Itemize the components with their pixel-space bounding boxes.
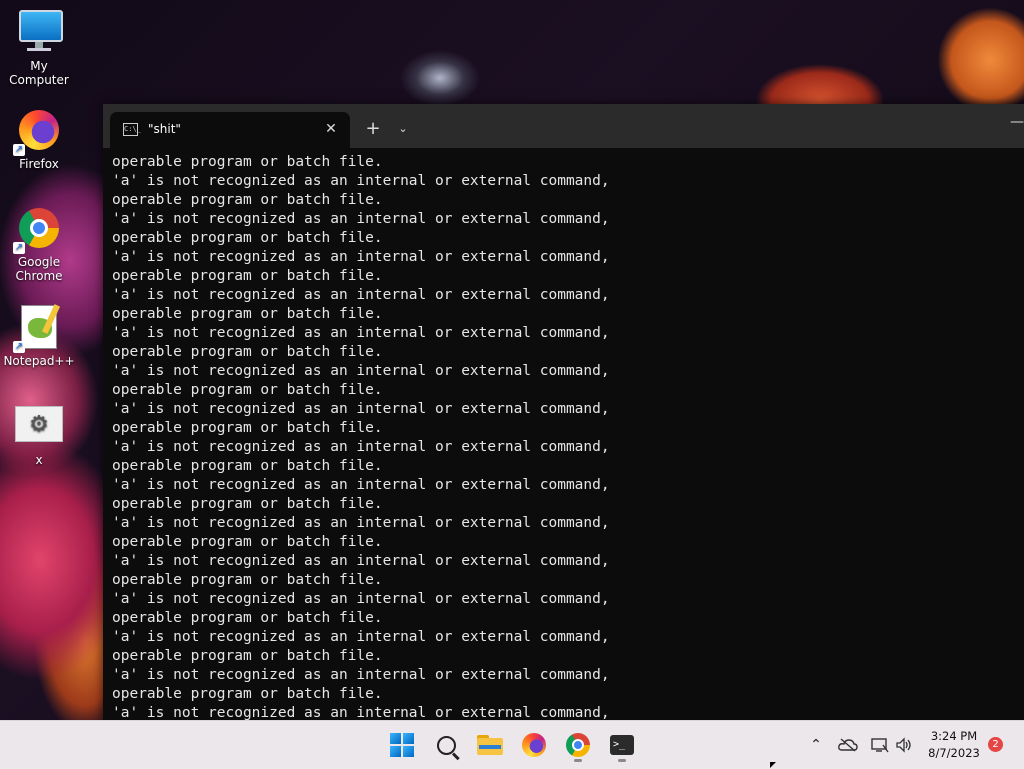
shortcut-arrow-icon: ↗ — [13, 144, 25, 156]
desktop-icon-x[interactable]: ⚙ x — [0, 402, 78, 467]
title-bar[interactable]: C:\_ "shit" ✕ + ⌄ — — [103, 104, 1024, 148]
desktop-icon-label: Google Chrome — [15, 255, 63, 283]
console-output[interactable]: operable program or batch file. 'a' is no… — [112, 153, 1024, 720]
firefox-icon: ↗ — [13, 106, 63, 156]
console-line: 'a' is not recognized as an internal or … — [112, 705, 610, 720]
desktop-icon-my-computer[interactable]: My Computer — [0, 8, 78, 87]
console-line: operable program or batch file. — [112, 382, 383, 398]
console-line: operable program or batch file. — [112, 192, 383, 208]
search-icon — [436, 735, 456, 755]
cmd-icon: C:\_ — [123, 123, 141, 136]
console-line: 'a' is not recognized as an internal or … — [112, 477, 610, 493]
tab-title: "shit" — [148, 122, 181, 136]
console-line: 'a' is not recognized as an internal or … — [112, 325, 610, 341]
console-line: operable program or batch file. — [112, 686, 383, 702]
terminal-icon: >_ — [610, 735, 634, 755]
console-line: 'a' is not recognized as an internal or … — [112, 591, 610, 607]
desktop-icon-label: x — [35, 453, 43, 467]
running-indicator — [574, 759, 582, 762]
file-explorer-button[interactable] — [472, 727, 508, 763]
search-button[interactable] — [428, 727, 464, 763]
desktop-icon-google-chrome[interactable]: ↗ Google Chrome — [0, 204, 78, 283]
console-line: operable program or batch file. — [112, 230, 383, 246]
desktop-icon-label: My Computer — [9, 59, 69, 87]
mouse-pointer-icon — [770, 762, 776, 768]
console-line: operable program or batch file. — [112, 610, 383, 626]
notepad-plus-plus-icon: ↗ — [13, 303, 63, 353]
shortcut-arrow-icon: ↗ — [13, 341, 25, 353]
firefox-icon — [522, 733, 546, 757]
desktop-icon-firefox[interactable]: ↗ Firefox — [0, 106, 78, 171]
console-line: 'a' is not recognized as an internal or … — [112, 211, 610, 227]
console-line: operable program or batch file. — [112, 534, 383, 550]
taskbar: >_ ⌃ 3:24 PM 8/7/2023 2 — [0, 720, 1024, 769]
console-line: operable program or batch file. — [112, 648, 383, 664]
desktop-icon-label: Notepad++ — [3, 354, 75, 368]
terminal-window[interactable]: C:\_ "shit" ✕ + ⌄ — operable program or … — [103, 104, 1024, 720]
console-line: 'a' is not recognized as an internal or … — [112, 287, 610, 303]
notification-badge[interactable]: 2 — [988, 737, 1003, 752]
onedrive-offline-icon[interactable] — [836, 721, 860, 769]
chrome-taskbar-button[interactable] — [560, 727, 596, 763]
clock-time: 3:24 PM — [930, 729, 978, 743]
console-line: operable program or batch file. — [112, 420, 383, 436]
chrome-icon: ↗ — [13, 204, 63, 254]
settings-file-icon: ⚙ — [15, 402, 63, 450]
console-line: 'a' is not recognized as an internal or … — [112, 439, 610, 455]
console-line: operable program or batch file. — [112, 344, 383, 360]
console-line: 'a' is not recognized as an internal or … — [112, 173, 610, 189]
network-icon[interactable] — [868, 721, 892, 769]
console-line: 'a' is not recognized as an internal or … — [112, 401, 610, 417]
console-line: operable program or batch file. — [112, 496, 383, 512]
console-line: operable program or batch file. — [112, 572, 383, 588]
firefox-taskbar-button[interactable] — [516, 727, 552, 763]
windows-logo-icon — [390, 733, 414, 757]
new-tab-button[interactable]: + — [361, 118, 385, 140]
console-line: 'a' is not recognized as an internal or … — [112, 515, 610, 531]
console-line: operable program or batch file. — [112, 268, 383, 284]
tab-dropdown-button[interactable]: ⌄ — [393, 119, 413, 139]
console-line: 'a' is not recognized as an internal or … — [112, 363, 610, 379]
tab-shit[interactable]: C:\_ "shit" ✕ — [110, 112, 350, 148]
console-line: operable program or batch file. — [112, 458, 383, 474]
console-line: operable program or batch file. — [112, 306, 383, 322]
desktop-icon-notepad-plus-plus[interactable]: ↗ Notepad++ — [0, 303, 78, 368]
close-tab-button[interactable]: ✕ — [320, 118, 342, 140]
monitor-icon — [15, 8, 63, 56]
console-line: 'a' is not recognized as an internal or … — [112, 667, 610, 683]
minimize-button[interactable]: — — [1007, 112, 1024, 132]
clock[interactable]: 3:24 PM 8/7/2023 — [922, 728, 986, 762]
running-indicator — [618, 759, 626, 762]
folder-icon — [477, 735, 503, 755]
chrome-icon — [566, 733, 590, 757]
show-hidden-icons-button[interactable]: ⌃ — [806, 721, 826, 769]
volume-icon[interactable] — [892, 721, 916, 769]
console-line: 'a' is not recognized as an internal or … — [112, 249, 610, 265]
clock-date: 8/7/2023 — [928, 746, 980, 760]
console-line: 'a' is not recognized as an internal or … — [112, 629, 610, 645]
start-button[interactable] — [384, 727, 420, 763]
shortcut-arrow-icon: ↗ — [13, 242, 25, 254]
terminal-taskbar-button[interactable]: >_ — [604, 727, 640, 763]
console-line: operable program or batch file. — [112, 154, 383, 170]
console-line: 'a' is not recognized as an internal or … — [112, 553, 610, 569]
desktop-icon-label: Firefox — [19, 157, 59, 171]
